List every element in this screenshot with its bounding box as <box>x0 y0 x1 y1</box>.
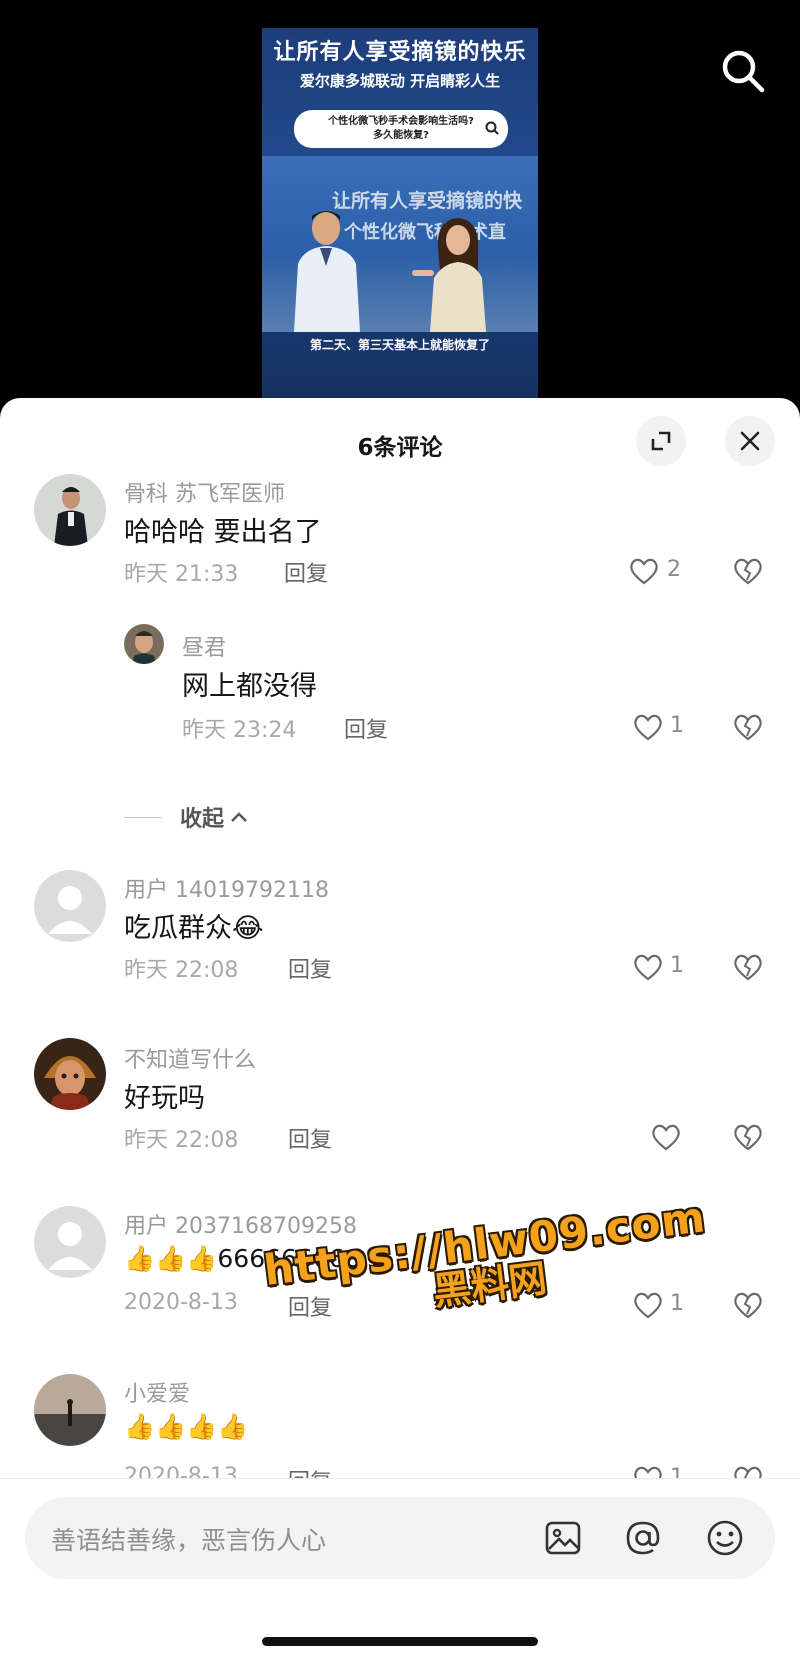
avatar[interactable] <box>124 624 164 664</box>
avatar[interactable] <box>34 1038 106 1110</box>
avatar[interactable] <box>34 1206 106 1278</box>
heart-icon[interactable] <box>632 712 664 742</box>
image-icon[interactable] <box>543 1518 583 1558</box>
reply-author[interactable]: 昼君 <box>182 630 226 662</box>
like-count: 1 <box>670 713 684 738</box>
video-title-text: 让所有人享受摘镜的快乐 <box>273 40 527 65</box>
home-indicator[interactable] <box>262 1637 538 1646</box>
video-interview-scene: 让所有人享受摘镜的快 个性化微飞秒手术直 <box>262 156 538 332</box>
comment-author[interactable]: 不知道写什么 <box>124 1042 256 1074</box>
reply-button[interactable]: 回复 <box>284 556 328 588</box>
close-icon <box>740 431 760 451</box>
heart-icon[interactable] <box>628 556 660 586</box>
video-subtitle-text: 爱尔康多城联动 开启睛彩人生 <box>299 72 501 90</box>
video-question-bubble: 个性化微飞秒手术会影响生活吗? 多久能恢复? <box>294 110 508 148</box>
comment-emojis: 👍👍👍👍 <box>124 1412 249 1441</box>
reply-button[interactable]: 回复 <box>344 712 388 744</box>
broken-heart-icon[interactable] <box>732 952 764 982</box>
comment-input-placeholder: 善语结善缘，恶言伤人心 <box>51 1526 327 1555</box>
host-figure <box>412 218 486 332</box>
comment-text: 哈哈哈 要出名了 <box>124 517 322 548</box>
collapse-replies-button[interactable]: 收起 <box>124 801 250 833</box>
broken-heart-icon[interactable] <box>732 1290 764 1320</box>
comment-sheet: 6条评论 骨科 苏飞军医师 哈哈哈 要出名了 昨天 21:33 回复 2 昼君 … <box>0 398 800 1662</box>
avatar[interactable] <box>34 474 106 546</box>
close-button[interactable] <box>725 416 775 466</box>
comment-emojis: 👍👍👍666666666 <box>124 1244 361 1273</box>
broken-heart-icon[interactable] <box>732 1122 764 1152</box>
avatar[interactable] <box>34 1374 106 1446</box>
comment-author[interactable]: 小爱爱 <box>124 1376 190 1408</box>
question-line-2: 多久能恢复? <box>373 130 429 141</box>
reply-button[interactable]: 回复 <box>288 1122 332 1154</box>
comment-author[interactable]: 骨科 苏飞军医师 <box>124 476 285 508</box>
avatar[interactable] <box>34 870 106 942</box>
reply-text: 网上都没得 <box>182 671 317 702</box>
comment-time: 昨天 22:08 <box>124 1128 239 1153</box>
broken-heart-icon[interactable] <box>732 712 764 742</box>
divider <box>124 816 162 818</box>
heart-icon[interactable] <box>632 952 664 982</box>
search-icon[interactable] <box>718 46 768 96</box>
heart-icon[interactable] <box>632 1290 664 1320</box>
comment-text: 吃瓜群众😂 <box>124 906 264 945</box>
like-count: 1 <box>670 953 684 978</box>
doctor-figure <box>294 211 360 332</box>
at-icon[interactable] <box>623 1518 663 1558</box>
emoji-icon[interactable] <box>705 1518 745 1558</box>
video-thumbnail[interactable]: 让所有人享受摘镜的快乐 爱尔康多城联动 开启睛彩人生 个性化微飞秒手术会影响生活… <box>262 28 538 410</box>
reply-time: 昨天 23:24 <box>182 718 297 743</box>
magnifier-icon <box>485 121 499 135</box>
expand-icon <box>651 431 671 451</box>
comment-input-bar: 善语结善缘，恶言伤人心 <box>0 1478 800 1662</box>
comment-text: 好玩吗 <box>124 1083 205 1114</box>
reply-button[interactable]: 回复 <box>288 1290 332 1322</box>
question-line-1: 个性化微飞秒手术会影响生活吗? <box>328 116 474 127</box>
chevron-up-icon <box>231 812 247 822</box>
comment-text-body: 吃瓜群众 <box>124 913 232 944</box>
laughing-emoji: 😂 <box>232 913 264 944</box>
comment-author[interactable]: 用户 14019792118 <box>124 872 329 904</box>
comment-time: 2020-8-13 <box>124 1290 238 1315</box>
reply-button[interactable]: 回复 <box>288 952 332 984</box>
like-count: 2 <box>667 557 681 582</box>
comment-time: 昨天 21:33 <box>124 562 239 587</box>
comment-input[interactable]: 善语结善缘，恶言伤人心 <box>25 1497 775 1579</box>
video-player[interactable]: 让所有人享受摘镜的快乐 爱尔康多城联动 开启睛彩人生 个性化微飞秒手术会影响生活… <box>0 0 800 410</box>
like-count: 1 <box>670 1291 684 1316</box>
comment-author[interactable]: 用户 2037168709258 <box>124 1208 357 1240</box>
heart-icon[interactable] <box>650 1122 682 1152</box>
video-caption: 第二天、第三天基本上就能恢复了 <box>309 338 490 352</box>
comment-time: 昨天 22:08 <box>124 958 239 983</box>
collapse-label: 收起 <box>180 807 225 832</box>
expand-button[interactable] <box>636 416 686 466</box>
broken-heart-icon[interactable] <box>732 556 764 586</box>
